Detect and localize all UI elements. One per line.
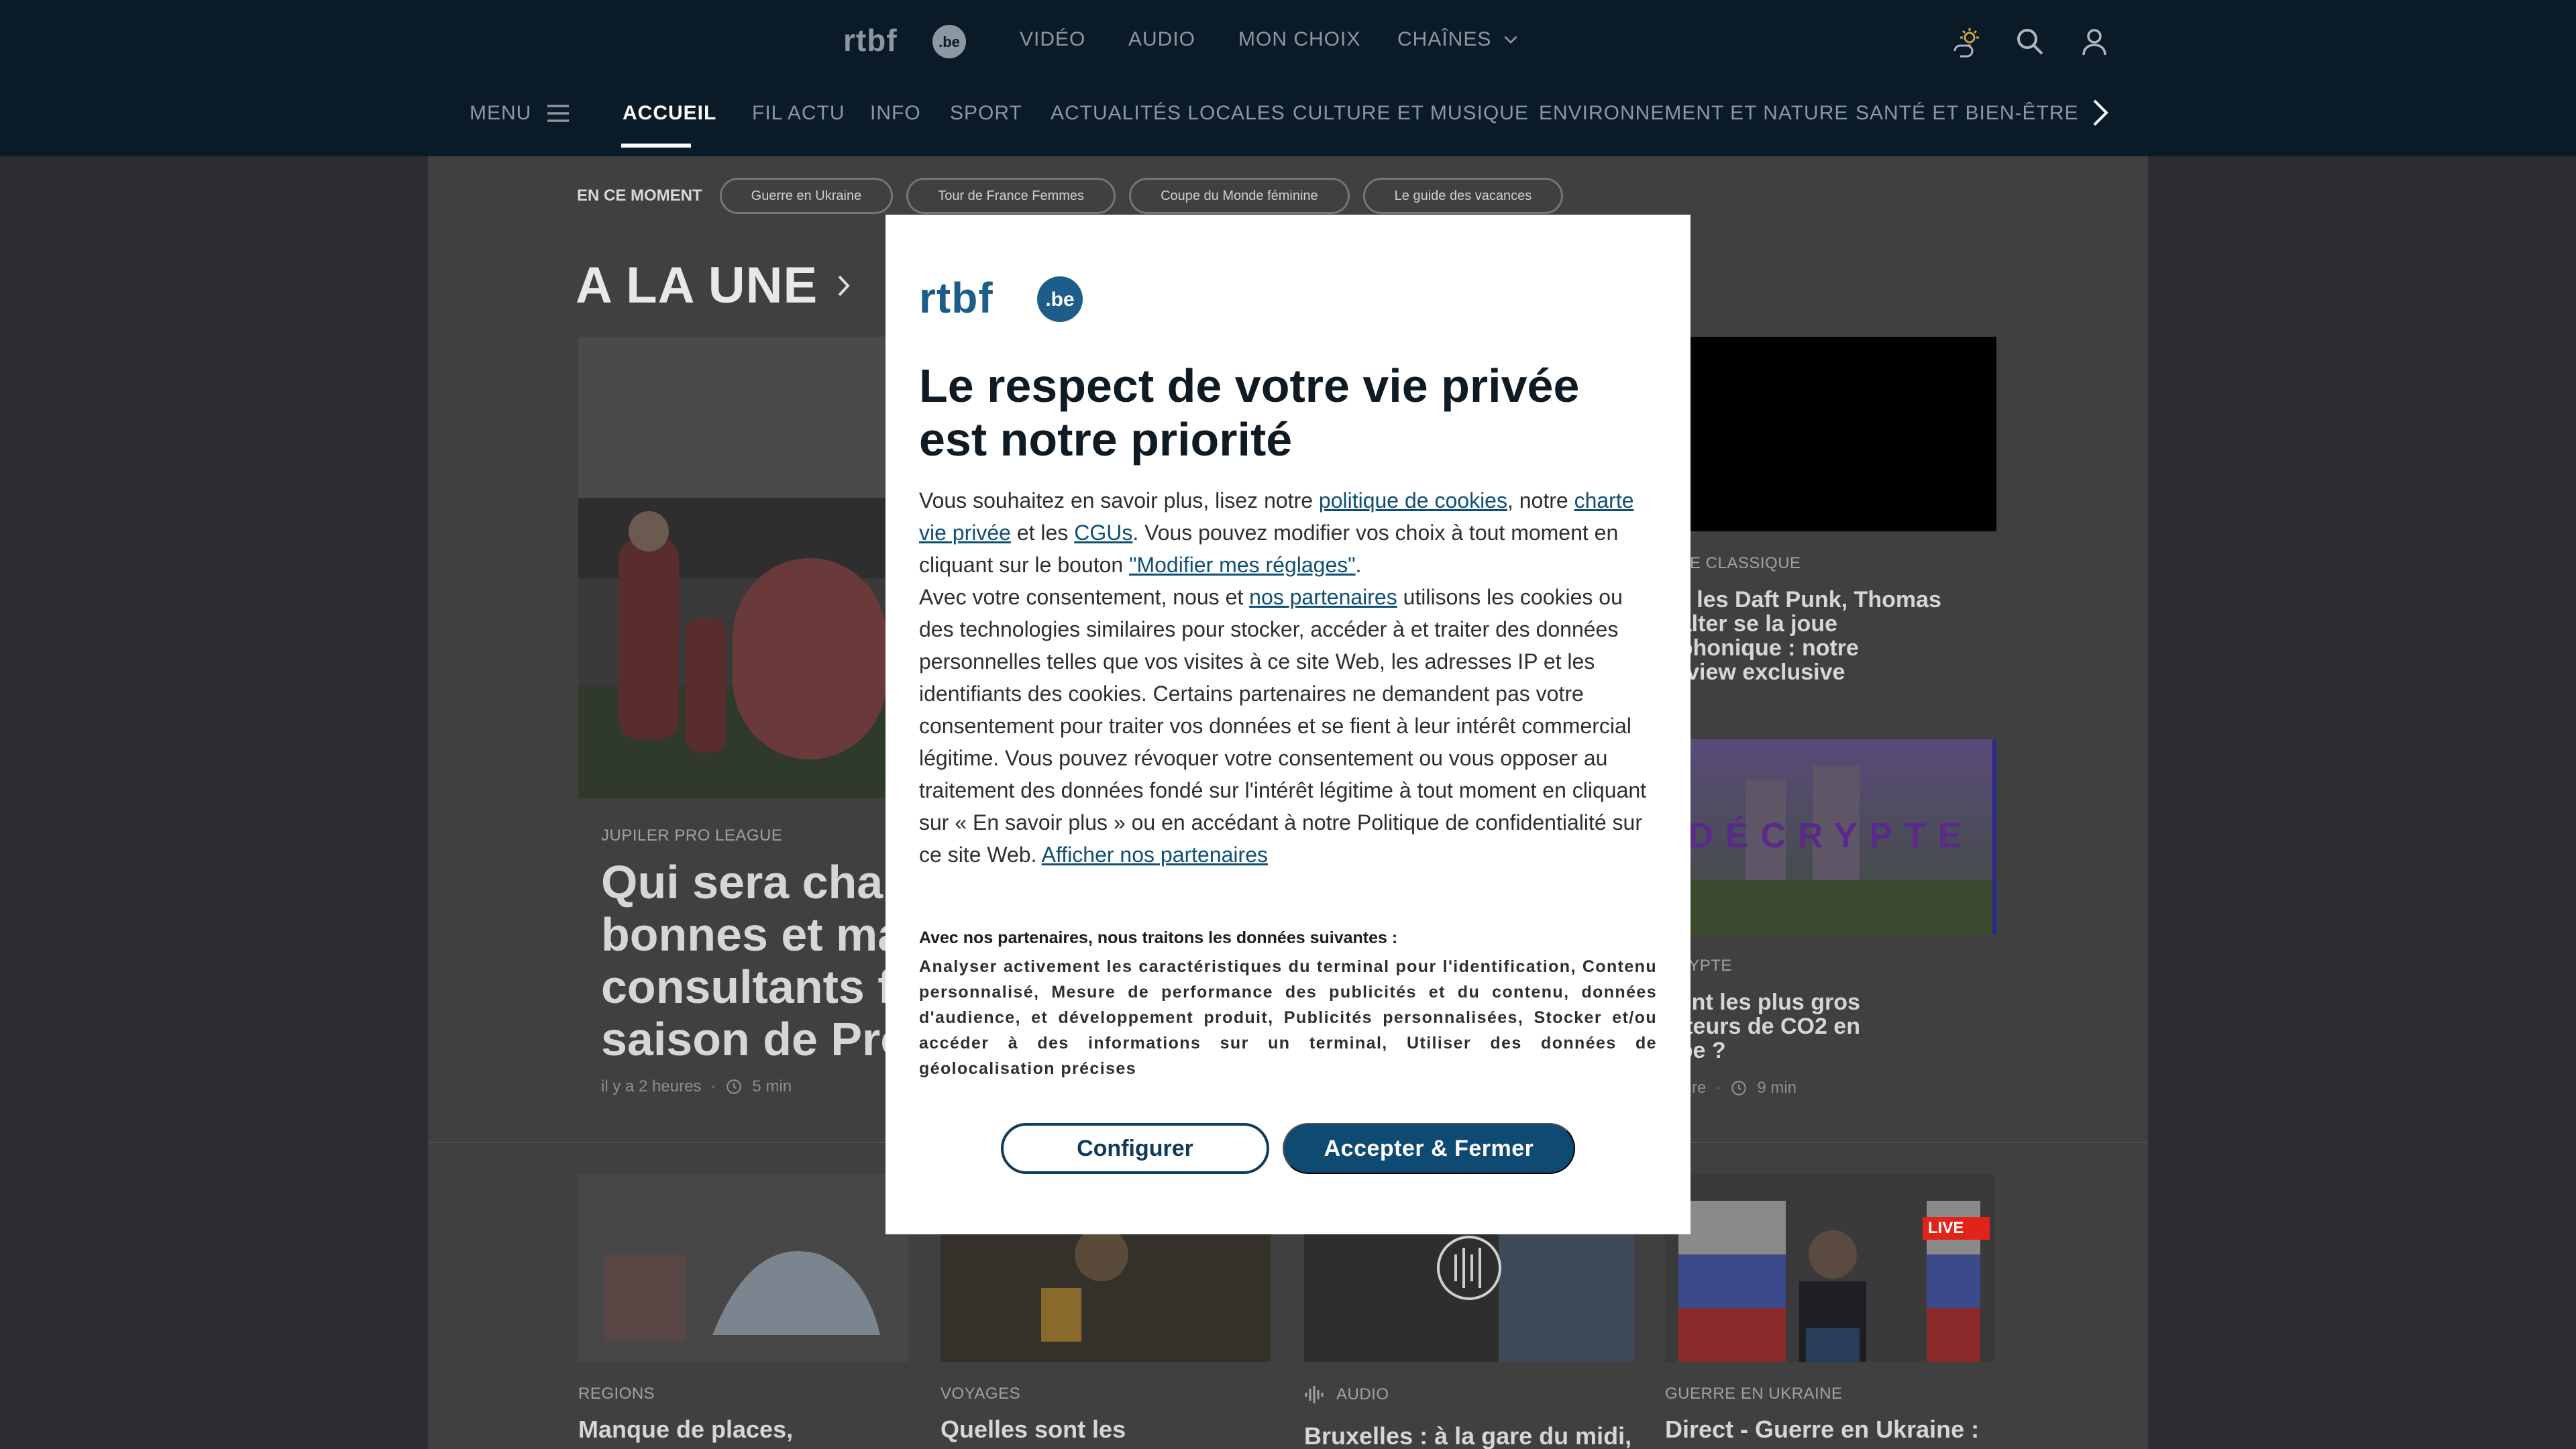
article-headline[interactable]: Quelles sont les [941,1415,1126,1444]
headline-line: consultants f [601,961,894,1013]
article-kicker: REGIONS [578,1385,655,1403]
menu-label: MENU [470,102,532,124]
nav-item-culture-musique[interactable]: CULTURE ET MUSIQUE [1293,102,1529,125]
link-modifier-reglages[interactable]: "Modifier mes réglages" [1129,553,1356,577]
top-link-audio[interactable]: AUDIO [1128,28,1195,51]
hero-article-image[interactable] [578,337,887,798]
nav-item-sante-bien-etre[interactable]: SANTÉ ET BIEN-ÊTRE [1856,102,2079,125]
trending-label: EN CE MOMENT [577,186,702,205]
trending-bar: EN CE MOMENT Guerre en Ukraine Tour de F… [577,177,2053,215]
dialog-body: Vous souhaitez en savoir plus, lisez not… [919,484,1657,871]
headline-line: bonnes et ma [601,908,904,961]
article-time: il y a 2 heures [601,1077,702,1095]
body-text: Vous souhaitez en savoir plus, lisez not… [919,488,1319,513]
purposes-list: Analyser activement les caractéristiques… [919,957,1657,1078]
cookie-consent-dialog: rtbf .be Le respect de votre vie privée … [885,215,1690,1234]
headline-line: sont les plus gros [1665,989,1860,1015]
top-link-chaines[interactable]: CHAÎNES [1397,28,1519,51]
top-link-mon-choix[interactable]: MON CHOIX [1238,28,1360,51]
search-icon[interactable] [2012,24,2047,59]
chevron-right-icon[interactable] [2089,98,2112,127]
body-text: Avec votre consentement, nous et [919,585,1250,609]
configure-button[interactable]: Configurer [1001,1123,1269,1174]
separator-dot: · [1715,1079,1721,1097]
audio-kicker-label: AUDIO [1336,1385,1389,1403]
article-image[interactable] [1665,337,1996,531]
hamburger-icon [546,103,570,123]
read-time: 9 min [1757,1079,1797,1097]
body-text: utilisons les cookies ou des technologie… [919,585,1647,867]
nav-item-actualites-locales[interactable]: ACTUALITÉS LOCALES [1051,102,1285,125]
body-text: , notre [1507,488,1574,513]
separator-dot: · [710,1077,716,1095]
nav-item-sport[interactable]: SPORT [950,102,1022,125]
svg-text:.be: .be [938,34,960,50]
audio-kicker: AUDIO [1304,1385,1389,1405]
nav-item-fil-actu[interactable]: FIL ACTU [752,102,845,125]
link-nos-partenaires[interactable]: nos partenaires [1249,585,1397,609]
nav-item-accueil[interactable]: ACCUEIL [623,102,716,125]
article-headline[interactable]: ès les Daft Punk, Thomas galter se la jo… [1665,588,1941,684]
article-image[interactable] [578,1174,908,1362]
headline-line: nphonique : notre [1665,635,1859,661]
menu-button[interactable]: MENU [470,102,570,125]
article-headline[interactable]: Direct - Guerre en Ukraine : [1665,1415,1979,1444]
headline-line: etteurs de CO2 en [1665,1014,1860,1039]
read-time: 5 min [752,1077,792,1095]
article-meta: il y a 2 heures · 5 min [601,1077,792,1096]
user-icon[interactable] [2077,24,2112,59]
headline-line: Qui sera char [601,856,902,908]
weather-icon[interactable] [1948,24,1983,59]
trending-chip[interactable]: Coupe du Monde féminine [1129,178,1350,214]
dialog-title: Le respect de votre vie privée est notre… [919,360,1580,466]
article-kicker: VOYAGES [941,1385,1021,1403]
rtbf-logo[interactable]: rtbf .be [843,24,971,59]
top-link-chaines-label: CHAÎNES [1397,28,1492,50]
live-badge: LIVE [1923,1217,1990,1240]
trending-chip[interactable]: Le guide des vacances [1362,178,1564,214]
chevron-right-icon [818,274,851,298]
article-headline[interactable]: Manque de places, [578,1415,793,1444]
link-cgu[interactable]: CGUs [1074,521,1132,545]
hero-headline[interactable]: Qui sera char bonnes et ma consultants f… [601,856,909,1065]
clock-icon [1730,1079,1748,1097]
svg-text:rtbf: rtbf [919,275,994,322]
article-kicker: JUPILER PRO LEAGUE [601,826,783,845]
nav-item-info[interactable]: INFO [870,102,921,125]
article-image[interactable]: DÉCRYPTE [1665,739,1996,934]
audio-wave-icon [1304,1385,1326,1405]
headline-line: galter se la joue [1665,611,1837,637]
headline-line: ès les Daft Punk, Thomas [1665,587,1941,612]
headline-line: saison de Pro [601,1013,910,1065]
top-link-video[interactable]: VIDÉO [1020,28,1085,51]
link-cookies-policy[interactable]: politique de cookies [1319,488,1507,513]
rtbf-logo: rtbf .be [919,275,1087,325]
clock-icon [725,1078,743,1095]
svg-text:.be: .be [1045,288,1074,311]
body-text: et les [1010,521,1075,545]
headline-line: erview exclusive [1665,659,1845,685]
accept-close-button[interactable]: Accepter & Fermer [1283,1123,1575,1174]
article-kicker: GUERRE EN UKRAINE [1665,1385,1843,1403]
trending-chip[interactable]: Guerre en Ukraine [719,178,894,214]
link-afficher-partenaires[interactable]: Afficher nos partenaires [1042,843,1268,867]
section-title[interactable]: A LA UNE [576,256,851,315]
image-overlay-text: DÉCRYPTE [1688,816,1974,855]
trending-chip[interactable]: Tour de France Femmes [906,178,1116,214]
article-headline[interactable]: sont les plus gros etteurs de CO2 en ope… [1665,990,1860,1063]
purposes-title: Avec nos partenaires, nous traitons les … [919,928,1398,947]
headline-line: ope ? [1665,1038,1726,1063]
section-title-label: A LA UNE [576,257,818,314]
svg-text:rtbf: rtbf [843,24,898,58]
body-text: . [1355,553,1362,577]
active-tab-indicator [621,144,691,148]
chevron-down-icon [1502,31,1519,48]
site-header: rtbf .be VIDÉO AUDIO MON CHOIX CHAÎNES M… [0,0,2576,156]
article-image[interactable]: LIVE [1665,1174,1995,1362]
article-headline[interactable]: Bruxelles : à la gare du midi, [1304,1422,1631,1449]
nav-item-environnement-nature[interactable]: ENVIRONNEMENT ET NATURE [1539,102,1848,125]
